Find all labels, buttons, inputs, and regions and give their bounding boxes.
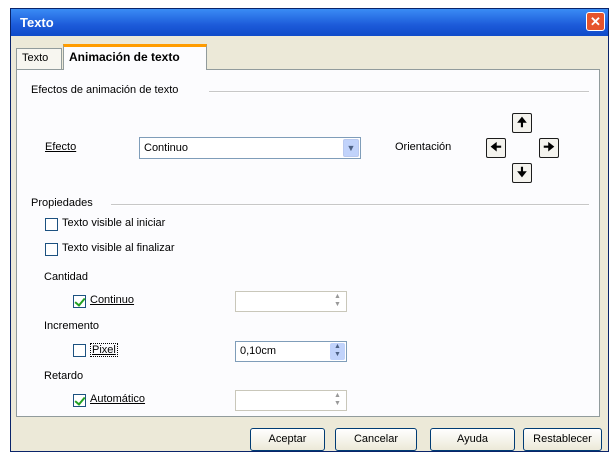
spin-arrows-icon[interactable]: ▲ ▼ [330, 343, 345, 360]
section-divider [111, 204, 589, 206]
spin-arrows-icon[interactable]: ▲ ▼ [330, 392, 345, 409]
cantidad-label: Cantidad [44, 271, 89, 283]
help-button[interactable]: Ayuda [430, 428, 515, 451]
cantidad-spinbox[interactable]: ▲ ▼ [235, 291, 347, 312]
cancel-button[interactable]: Cancelar [335, 428, 417, 451]
arrow-up-button[interactable]: 🠉 [512, 113, 532, 133]
section-title-animation-effects: Efectos de animación de texto [31, 84, 179, 96]
automatico-label[interactable]: Automático [90, 393, 145, 405]
section-title-properties: Propiedades [31, 197, 93, 209]
reset-button[interactable]: Restablecer [523, 428, 602, 451]
effect-dropdown[interactable]: Continuo ▼ [139, 137, 361, 159]
visible-end-label[interactable]: Texto visible al finalizar [62, 242, 175, 254]
section-divider [209, 91, 589, 93]
title-bar: Texto ✕ [11, 9, 608, 36]
tab-texto[interactable]: Texto [16, 48, 62, 69]
dialog-window: Texto ✕ Texto Animación de texto Efectos… [10, 8, 609, 452]
retardo-spinbox[interactable]: ▲ ▼ [235, 390, 347, 411]
tab-animacion-de-texto[interactable]: Animación de texto [63, 44, 207, 70]
incremento-value: 0,10cm [240, 345, 277, 357]
visible-start-label[interactable]: Texto visible al iniciar [62, 217, 165, 229]
pixel-checkbox[interactable] [73, 344, 86, 357]
continuo-label[interactable]: Continuo [90, 294, 134, 306]
visible-start-checkbox[interactable] [45, 218, 58, 231]
retardo-label: Retardo [44, 370, 84, 382]
tab-panel: Efectos de animación de texto Efecto Con… [16, 69, 600, 417]
orientation-label: Orientación [395, 141, 452, 153]
spin-arrows-icon[interactable]: ▲ ▼ [330, 293, 345, 310]
window-title: Texto [20, 15, 54, 30]
effect-dropdown-value: Continuo [144, 142, 189, 154]
arrow-down-button[interactable]: 🠋 [512, 163, 532, 183]
automatico-checkbox[interactable] [73, 394, 86, 407]
incremento-label: Incremento [44, 320, 100, 332]
effect-label: Efecto [45, 141, 77, 153]
close-button[interactable]: ✕ [586, 12, 605, 31]
continuo-checkbox[interactable] [73, 295, 86, 308]
chevron-down-icon[interactable]: ▼ [343, 139, 359, 157]
incremento-spinbox[interactable]: 0,10cm ▲ ▼ [235, 341, 347, 362]
pixel-label[interactable]: Pixel [90, 343, 118, 357]
accept-button[interactable]: Aceptar [250, 428, 325, 451]
arrow-right-button[interactable]: 🠊 [539, 138, 559, 158]
visible-end-checkbox[interactable] [45, 243, 58, 256]
arrow-left-button[interactable]: 🠈 [486, 138, 506, 158]
